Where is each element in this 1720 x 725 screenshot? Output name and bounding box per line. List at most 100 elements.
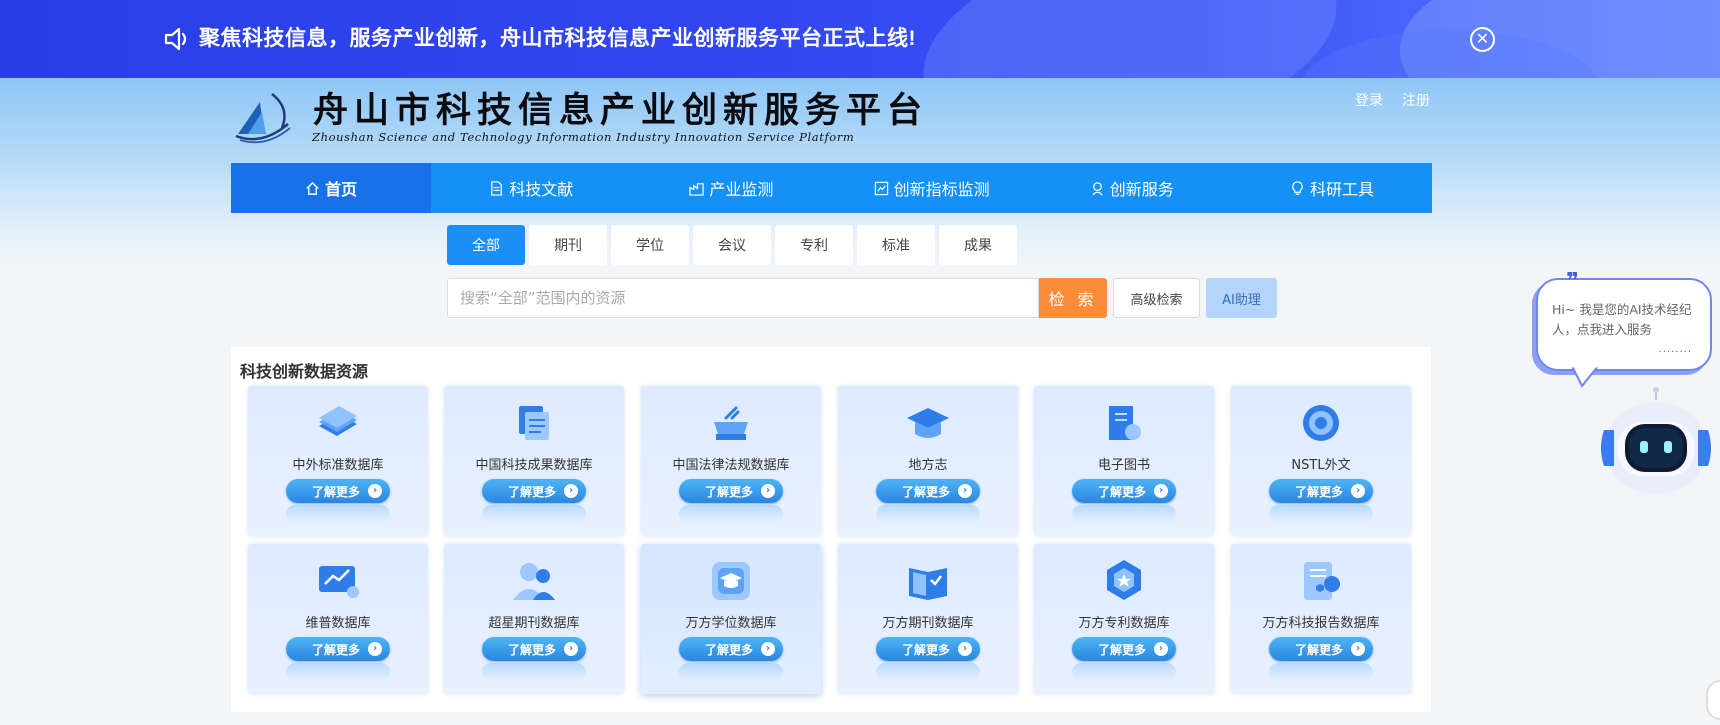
nav-item-label: 产业监测 bbox=[709, 180, 774, 199]
resource-card-chaoxing[interactable]: 超星期刊数据库 了解更多 › bbox=[444, 544, 624, 694]
search-button[interactable]: 检 索 bbox=[1039, 278, 1107, 318]
site-title: 舟山市科技信息产业创新服务平台 bbox=[313, 90, 929, 131]
nav-item-tools[interactable]: 科研工具 bbox=[1232, 163, 1432, 213]
service-icon bbox=[1092, 181, 1103, 195]
button-reflection bbox=[1072, 505, 1176, 523]
chart-icon bbox=[874, 181, 888, 195]
tab-standard[interactable]: 标准 bbox=[857, 225, 935, 265]
arrow-right-icon: › bbox=[564, 484, 578, 498]
resource-name: NSTL外文 bbox=[1291, 458, 1351, 473]
arrow-right-icon: › bbox=[761, 642, 775, 656]
learn-more-button[interactable]: 了解更多 › bbox=[1072, 637, 1176, 661]
resource-name: 地方志 bbox=[908, 458, 948, 473]
arrow-right-icon: › bbox=[564, 642, 578, 656]
tab-patent[interactable]: 专利 bbox=[775, 225, 853, 265]
learn-more-button[interactable]: 了解更多 › bbox=[679, 637, 783, 661]
nav-item-home[interactable]: 首页 bbox=[231, 163, 432, 213]
robot-assistant-icon[interactable] bbox=[1596, 386, 1720, 496]
resource-card-ebooks[interactable]: 电子图书 了解更多 › bbox=[1034, 386, 1214, 536]
learn-more-label: 了解更多 bbox=[1295, 484, 1344, 499]
nav-item-industry[interactable]: 产业监测 bbox=[631, 163, 831, 213]
home-icon bbox=[306, 181, 319, 195]
arrow-right-icon: › bbox=[1351, 642, 1365, 656]
users-icon bbox=[513, 563, 555, 600]
button-reflection bbox=[1269, 505, 1373, 523]
learn-more-button[interactable]: 了解更多 › bbox=[286, 479, 390, 503]
resource-card-standards[interactable]: 中外标准数据库 了解更多 › bbox=[248, 386, 428, 536]
resource-name: 万方学位数据库 bbox=[685, 616, 777, 631]
assistant-speech-bubble[interactable]: ❞ Hi~ 我是您的AI技术经纪人，点我进入服务 ········ bbox=[1536, 271, 1712, 371]
resource-card-wanfang-patent[interactable]: 万方专利数据库 了解更多 › bbox=[1034, 544, 1214, 694]
lightbulb-icon bbox=[1292, 180, 1303, 195]
tab-conference[interactable]: 会议 bbox=[693, 225, 771, 265]
arrow-right-icon: › bbox=[1351, 484, 1365, 498]
ebook-icon bbox=[1109, 406, 1141, 440]
resource-name: 超星期刊数据库 bbox=[488, 616, 580, 631]
tab-journal[interactable]: 期刊 bbox=[529, 225, 607, 265]
arrow-right-icon: › bbox=[958, 642, 972, 656]
bubble-tail bbox=[1570, 366, 1600, 388]
tab-all[interactable]: 全部 bbox=[447, 225, 525, 265]
speaker-icon bbox=[164, 27, 187, 51]
nav-item-literature[interactable]: 科技文献 bbox=[431, 163, 631, 213]
button-reflection bbox=[286, 663, 390, 681]
decor-blob bbox=[903, 0, 1357, 78]
button-reflection bbox=[679, 505, 783, 523]
ellipsis-dots: ········ bbox=[1658, 347, 1692, 358]
nav-item-indicators[interactable]: 创新指标监测 bbox=[832, 163, 1032, 213]
arrow-right-icon: › bbox=[761, 484, 775, 498]
learn-more-button[interactable]: 了解更多 › bbox=[876, 637, 980, 661]
button-reflection bbox=[482, 505, 586, 523]
tab-degree[interactable]: 学位 bbox=[611, 225, 689, 265]
nav-item-label: 科研工具 bbox=[1309, 180, 1374, 199]
nav-item-label: 创新指标监测 bbox=[893, 180, 990, 199]
assistant-bubble-text: Hi~ 我是您的AI技术经纪人，点我进入服务 bbox=[1552, 302, 1692, 337]
learn-more-label: 了解更多 bbox=[902, 484, 951, 499]
resource-card-laws[interactable]: 中国法律法规数据库 了解更多 › bbox=[641, 386, 821, 536]
documents-icon bbox=[519, 406, 549, 440]
resource-name: 中国科技成果数据库 bbox=[475, 458, 593, 473]
learn-more-label: 了解更多 bbox=[508, 484, 557, 499]
tab-achievement[interactable]: 成果 bbox=[939, 225, 1017, 265]
side-scroll-handle[interactable] bbox=[1706, 680, 1720, 720]
register-link[interactable]: 注册 bbox=[1402, 90, 1430, 110]
learn-more-button[interactable]: 了解更多 › bbox=[1269, 479, 1373, 503]
resource-card-achievements[interactable]: 中国科技成果数据库 了解更多 › bbox=[444, 386, 624, 536]
nav-item-label: 科技文献 bbox=[509, 180, 574, 199]
learn-more-button[interactable]: 了解更多 › bbox=[876, 479, 980, 503]
search-input[interactable] bbox=[447, 278, 1039, 318]
learn-more-button[interactable]: 了解更多 › bbox=[679, 479, 783, 503]
resource-card-wanfang-journal[interactable]: 万方期刊数据库 了解更多 › bbox=[838, 544, 1018, 694]
button-reflection bbox=[482, 663, 586, 681]
learn-more-label: 了解更多 bbox=[312, 642, 361, 657]
learn-more-label: 了解更多 bbox=[1295, 642, 1344, 657]
arrow-right-icon: › bbox=[368, 642, 382, 656]
ai-assistant-button[interactable]: AI助理 bbox=[1206, 278, 1277, 318]
factory-icon bbox=[689, 182, 705, 196]
button-reflection bbox=[1269, 663, 1373, 681]
learn-more-button[interactable]: 了解更多 › bbox=[482, 637, 586, 661]
learn-more-button[interactable]: 了解更多 › bbox=[482, 479, 586, 503]
login-link[interactable]: 登录 bbox=[1355, 90, 1383, 110]
arrow-right-icon: › bbox=[368, 484, 382, 498]
resource-card-vip[interactable]: 维普数据库 了解更多 › bbox=[248, 544, 428, 694]
button-reflection bbox=[286, 505, 390, 523]
resource-card-wanfang-degree[interactable]: 万方学位数据库 了解更多 › bbox=[641, 544, 821, 694]
resource-name: 万方期刊数据库 bbox=[882, 616, 974, 631]
resource-card-local-chronicles[interactable]: 地方志 了解更多 › bbox=[838, 386, 1018, 536]
learn-more-button[interactable]: 了解更多 › bbox=[1269, 637, 1373, 661]
resource-card-nstl[interactable]: NSTL外文 了解更多 › bbox=[1231, 386, 1411, 536]
resource-card-wanfang-report[interactable]: 万方科技报告数据库 了解更多 › bbox=[1231, 544, 1411, 694]
close-icon[interactable]: ✕ bbox=[1470, 27, 1495, 52]
nav-item-services[interactable]: 创新服务 bbox=[1032, 163, 1232, 213]
site-subtitle: Zhoushan Science and Technology Informat… bbox=[312, 130, 855, 144]
target-icon bbox=[1303, 405, 1339, 441]
resource-name: 中外标准数据库 bbox=[292, 458, 384, 473]
learn-more-button[interactable]: 了解更多 › bbox=[1072, 479, 1176, 503]
advanced-search-button[interactable]: 高级检索 bbox=[1113, 278, 1200, 318]
main-nav: 首页 科技文献 产业监测 创新指标监测 创新服务 科研工具 bbox=[231, 163, 1432, 213]
learn-more-button[interactable]: 了解更多 › bbox=[286, 637, 390, 661]
nav-item-label: 创新服务 bbox=[1109, 180, 1174, 199]
arrow-right-icon: › bbox=[1154, 642, 1168, 656]
learn-more-label: 了解更多 bbox=[705, 642, 754, 657]
